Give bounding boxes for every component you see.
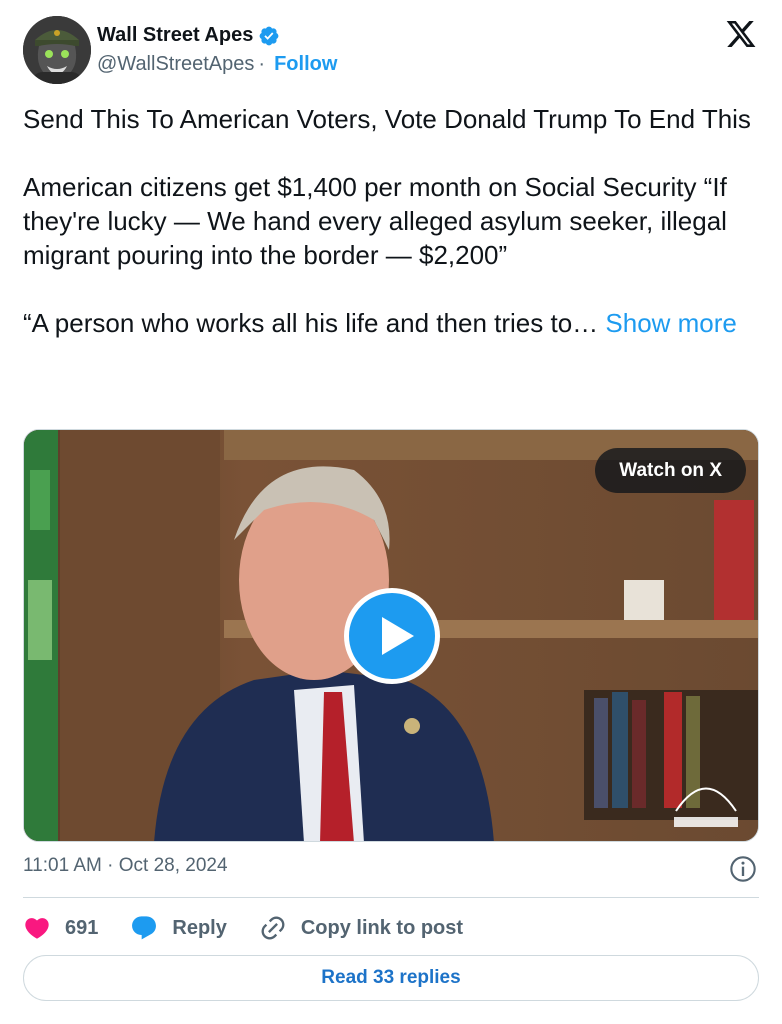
divider	[23, 897, 759, 898]
copy-link-button[interactable]: Copy link to post	[259, 914, 463, 942]
read-replies-button[interactable]: Read 33 replies	[23, 955, 759, 1001]
author-handle[interactable]: @WallStreetApes	[97, 53, 254, 76]
author-name[interactable]: Wall Street Apes	[97, 24, 253, 47]
tweet-body: Send This To American Voters, Vote Donal…	[23, 104, 751, 338]
heart-icon	[25, 918, 49, 939]
author-name-row: Wall Street Apes	[97, 24, 280, 47]
meta-separator: ·	[107, 855, 114, 876]
gorilla-avatar-icon	[23, 16, 91, 84]
link-icon	[261, 916, 285, 940]
x-logo-icon[interactable]	[725, 18, 757, 50]
tucker-encounter-watermark	[674, 787, 738, 827]
reply-bubble-icon	[132, 916, 157, 940]
show-more-link[interactable]: Show more	[605, 308, 737, 338]
tweet-text: Send This To American Voters, Vote Donal…	[23, 102, 763, 340]
like-count: 691	[65, 916, 99, 939]
tweet-time[interactable]: 11:01 AM	[23, 855, 102, 876]
reply-label: Reply	[172, 916, 227, 939]
copy-link-label: Copy link to post	[300, 916, 464, 939]
follow-button[interactable]: Follow	[274, 53, 337, 76]
tweet-header: Wall Street Apes @WallStreetApes · Follo…	[23, 16, 759, 86]
play-button[interactable]	[344, 588, 440, 684]
like-button[interactable]: 691	[23, 914, 98, 942]
reply-button[interactable]: Reply	[130, 914, 227, 942]
info-icon[interactable]	[729, 855, 757, 883]
avatar[interactable]	[23, 16, 91, 84]
author-handle-row: @WallStreetApes · Follow	[97, 53, 337, 76]
watch-on-x-button[interactable]: Watch on X	[595, 448, 746, 493]
tweet-date[interactable]: Oct 28, 2024	[119, 855, 228, 876]
verified-badge-icon	[259, 26, 279, 45]
tweet-actions: 691 Reply Copy link to post	[23, 910, 495, 946]
tweet-embed-card: Wall Street Apes @WallStreetApes · Follo…	[0, 0, 782, 1024]
video-player[interactable]: Watch on X	[23, 429, 759, 842]
play-icon	[382, 617, 414, 655]
handle-separator: ·	[258, 53, 266, 75]
tweet-meta: 11:01 AM · Oct 28, 2024	[23, 855, 759, 883]
